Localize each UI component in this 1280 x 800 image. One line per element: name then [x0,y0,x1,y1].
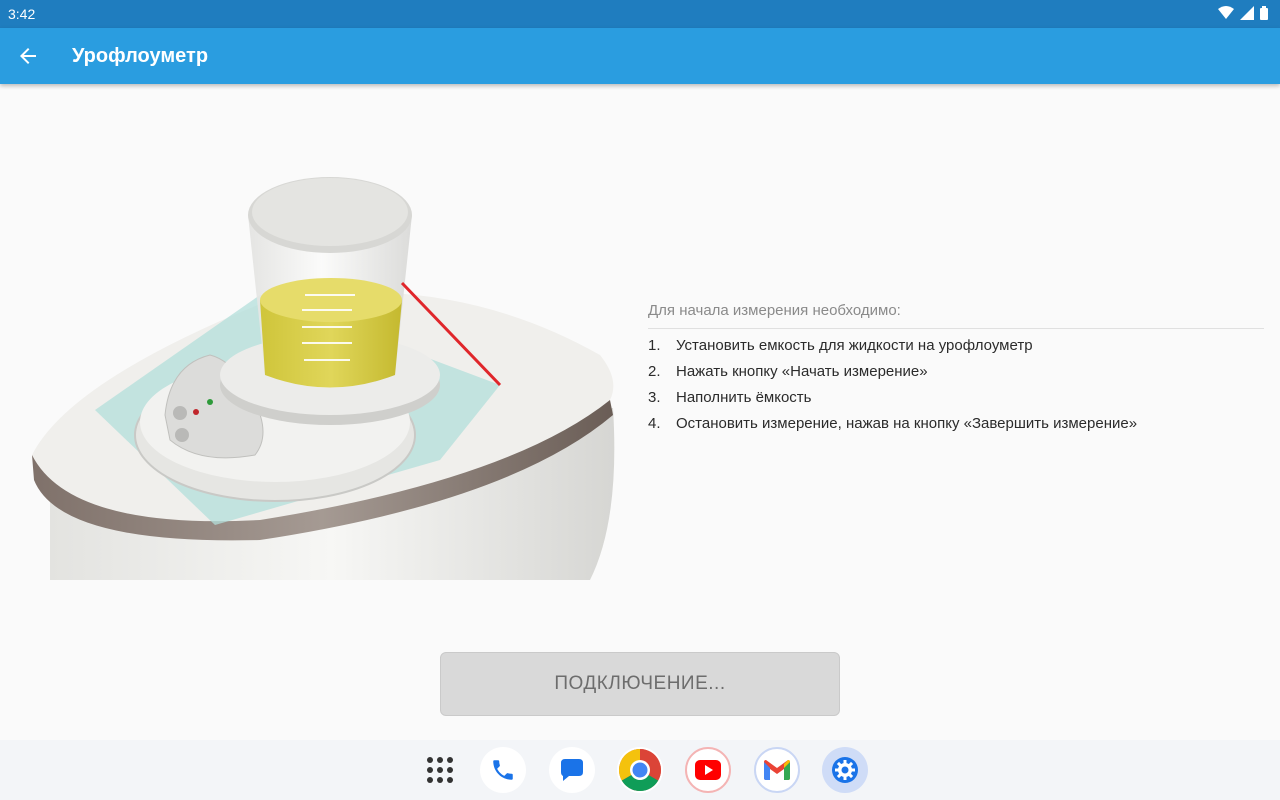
back-button[interactable] [12,40,44,72]
step-text: Остановить измерение, нажав на кнопку «З… [676,415,1138,432]
app-drawer-button[interactable] [417,747,463,793]
settings-app[interactable] [822,747,868,793]
step-number: 3. [648,389,661,406]
settings-icon [832,757,858,783]
phone-app[interactable] [480,747,526,793]
step-text: Установить емкость для жидкости на урофл… [676,337,1033,354]
gmail-icon [764,760,790,780]
status-time: 3:42 [8,6,36,22]
messages-icon [561,759,583,781]
phone-icon [493,760,513,780]
connect-button-label: ПОДКЛЮЧЕНИЕ... [554,673,726,694]
chrome-app[interactable] [617,747,663,793]
step-number: 4. [648,415,661,432]
arrow-back-icon [20,48,36,64]
youtube-app[interactable] [685,747,731,793]
youtube-icon [695,760,721,780]
wifi-icon [1218,6,1234,19]
instructions-list: 1. Установить емкость для жидкости на уро… [648,337,1264,441]
instruction-step: 2. Нажать кнопку «Начать измерение» [648,363,1264,389]
status-icons [1218,6,1268,20]
instruction-step: 4. Остановить измерение, нажав на кнопку … [648,415,1264,441]
instructions-panel: Для начала измерения необходимо: 1. Устан… [648,302,1264,441]
signal-icon [1240,6,1254,20]
step-number: 2. [648,363,661,380]
gmail-app[interactable] [754,747,800,793]
app-dock [0,740,1280,800]
chrome-icon [618,749,662,792]
app-drawer-icon [427,757,453,783]
step-text: Наполнить ёмкость [676,389,812,406]
instruction-step: 3. Наполнить ёмкость [648,389,1264,415]
step-text: Нажать кнопку «Начать измерение» [676,363,928,380]
uroflowmeter-illustration [32,177,615,580]
connect-button[interactable]: ПОДКЛЮЧЕНИЕ... [440,652,840,716]
messages-app[interactable] [549,747,595,793]
app-bar: Урофлоуметр [0,28,1280,84]
page-title: Урофлоуметр [72,45,209,67]
status-bar: 3:42 [0,0,1280,28]
instruction-step: 1. Установить емкость для жидкости на уро… [648,337,1264,363]
instructions-heading: Для начала измерения необходимо: [648,302,1264,329]
battery-icon [1260,6,1268,20]
step-number: 1. [648,337,661,354]
